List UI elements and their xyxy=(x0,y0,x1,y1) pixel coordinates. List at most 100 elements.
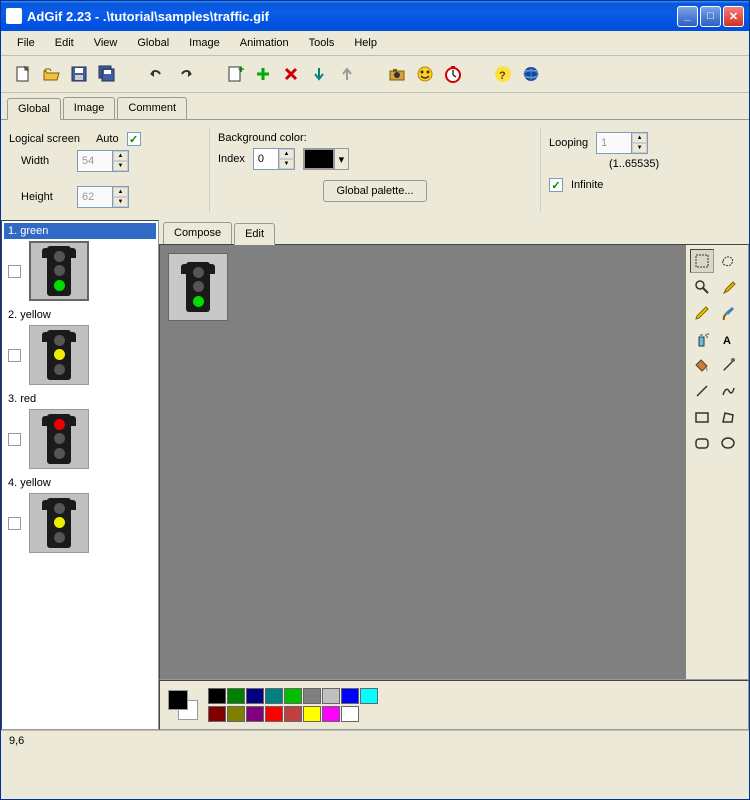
frame-thumbnail[interactable] xyxy=(29,493,89,553)
global-palette-button[interactable]: Global palette... xyxy=(323,180,426,202)
delete-icon[interactable] xyxy=(279,62,303,86)
tab-global[interactable]: Global xyxy=(7,98,61,120)
spray-icon[interactable] xyxy=(690,327,714,351)
frame-item[interactable]: 4. yellow xyxy=(2,473,158,557)
height-spinner[interactable]: ▲▼ xyxy=(77,186,129,208)
move-up-icon[interactable] xyxy=(335,62,359,86)
menu-tools[interactable]: Tools xyxy=(301,35,343,51)
auto-checkbox[interactable]: ✓ xyxy=(127,132,141,146)
bg-color-swatch[interactable] xyxy=(304,149,334,169)
color-swatch[interactable] xyxy=(284,706,302,722)
line-icon[interactable] xyxy=(690,379,714,403)
brush-icon[interactable] xyxy=(716,275,740,299)
menu-edit[interactable]: Edit xyxy=(47,35,82,51)
infinite-checkbox[interactable]: ✓ xyxy=(549,178,563,192)
frame-checkbox[interactable] xyxy=(8,517,21,530)
looping-input[interactable] xyxy=(597,134,631,152)
color-swatch[interactable] xyxy=(341,706,359,722)
rect-icon[interactable] xyxy=(690,405,714,429)
undo-icon[interactable] xyxy=(145,62,169,86)
color-swatch[interactable] xyxy=(322,688,340,704)
color-swatch[interactable] xyxy=(265,706,283,722)
add-icon[interactable] xyxy=(251,62,275,86)
frame-item[interactable]: 1. green xyxy=(2,221,158,305)
looping-spinner[interactable]: ▲▼ xyxy=(596,132,648,154)
canvas-preview[interactable] xyxy=(168,253,228,321)
index-input[interactable] xyxy=(254,150,278,168)
zoom-icon[interactable] xyxy=(690,275,714,299)
web-icon[interactable] xyxy=(519,62,543,86)
eyedropper-icon[interactable] xyxy=(716,353,740,377)
timing-icon[interactable] xyxy=(441,62,465,86)
tab-comment[interactable]: Comment xyxy=(117,97,187,119)
spinner-down-icon[interactable]: ▼ xyxy=(279,159,294,169)
select-free-icon[interactable] xyxy=(716,249,740,273)
frame-item[interactable]: 2. yellow xyxy=(2,305,158,389)
frame-checkbox[interactable] xyxy=(8,433,21,446)
menu-image[interactable]: Image xyxy=(181,35,228,51)
width-spinner[interactable]: ▲▼ xyxy=(77,150,129,172)
spinner-up-icon[interactable]: ▲ xyxy=(113,187,128,197)
frame-checkbox[interactable] xyxy=(8,349,21,362)
tab-image[interactable]: Image xyxy=(63,97,116,119)
color-dropdown-icon[interactable]: ▾ xyxy=(334,149,348,169)
frame-thumbnail[interactable] xyxy=(29,241,89,301)
menu-help[interactable]: Help xyxy=(346,35,385,51)
close-button[interactable]: ✕ xyxy=(723,6,744,27)
open-icon[interactable] xyxy=(39,62,63,86)
frame-item[interactable]: 3. red xyxy=(2,389,158,473)
color-swatch[interactable] xyxy=(284,688,302,704)
maximize-button[interactable]: □ xyxy=(700,6,721,27)
minimize-button[interactable]: _ xyxy=(677,6,698,27)
menu-global[interactable]: Global xyxy=(129,35,177,51)
fill-icon[interactable] xyxy=(690,353,714,377)
menu-animation[interactable]: Animation xyxy=(232,35,297,51)
foreground-swatch[interactable] xyxy=(168,690,188,710)
frame-thumbnail[interactable] xyxy=(29,409,89,469)
rounded-rect-icon[interactable] xyxy=(690,431,714,455)
paintbrush-icon[interactable] xyxy=(716,301,740,325)
new-frame-icon[interactable]: + xyxy=(223,62,247,86)
color-swatch[interactable] xyxy=(303,706,321,722)
save-icon[interactable] xyxy=(67,62,91,86)
menu-view[interactable]: View xyxy=(86,35,126,51)
redo-icon[interactable] xyxy=(173,62,197,86)
spinner-down-icon[interactable]: ▼ xyxy=(113,197,128,207)
select-rect-icon[interactable] xyxy=(690,249,714,273)
tab-compose[interactable]: Compose xyxy=(163,222,232,244)
color-swatch[interactable] xyxy=(227,706,245,722)
pencil-icon[interactable] xyxy=(690,301,714,325)
color-swatch[interactable] xyxy=(322,706,340,722)
color-swatch[interactable] xyxy=(208,706,226,722)
move-down-icon[interactable] xyxy=(307,62,331,86)
help-icon[interactable]: ? xyxy=(491,62,515,86)
spinner-down-icon[interactable]: ▼ xyxy=(113,161,128,171)
frame-thumbnail[interactable] xyxy=(29,325,89,385)
color-swatch[interactable] xyxy=(246,688,264,704)
color-swatch[interactable] xyxy=(265,688,283,704)
preview-icon[interactable] xyxy=(413,62,437,86)
polygon-icon[interactable] xyxy=(716,405,740,429)
camera-icon[interactable] xyxy=(385,62,409,86)
color-swatch[interactable] xyxy=(360,688,378,704)
menu-file[interactable]: File xyxy=(9,35,43,51)
tab-edit[interactable]: Edit xyxy=(234,223,275,245)
spinner-up-icon[interactable]: ▲ xyxy=(113,151,128,161)
canvas[interactable] xyxy=(160,245,686,679)
color-swatch[interactable] xyxy=(341,688,359,704)
new-icon[interactable] xyxy=(11,62,35,86)
text-icon[interactable]: A xyxy=(716,327,740,351)
width-input[interactable] xyxy=(78,152,112,170)
color-swatch[interactable] xyxy=(227,688,245,704)
ellipse-icon[interactable] xyxy=(716,431,740,455)
save-all-icon[interactable] xyxy=(95,62,119,86)
spinner-up-icon[interactable]: ▲ xyxy=(279,149,294,159)
spinner-up-icon[interactable]: ▲ xyxy=(632,133,647,143)
spinner-down-icon[interactable]: ▼ xyxy=(632,143,647,153)
height-input[interactable] xyxy=(78,188,112,206)
index-spinner[interactable]: ▲▼ xyxy=(253,148,295,170)
frames-list[interactable]: 1. green2. yellow3. red4. yellow xyxy=(1,220,159,730)
color-swatch[interactable] xyxy=(246,706,264,722)
fg-bg-swatches[interactable] xyxy=(168,690,198,720)
frame-checkbox[interactable] xyxy=(8,265,21,278)
